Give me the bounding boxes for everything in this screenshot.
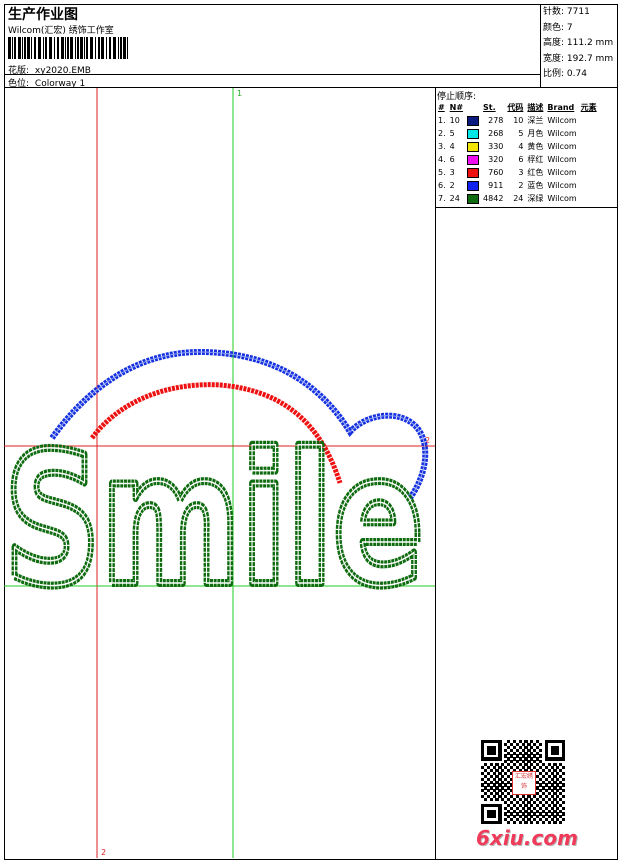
watermark-text: 6xiu.com [476, 826, 578, 850]
guide-label-bottom: 2 [101, 848, 106, 857]
red-seal: 汇宏绣饰 [512, 771, 536, 795]
smile-word-inner: Smile [4, 414, 424, 626]
embroidery-preview: 1 2 2 Smile Smile [0, 88, 435, 858]
seal-text: 汇宏绣饰 [514, 773, 533, 790]
guide-label-top: 1 [237, 89, 242, 98]
